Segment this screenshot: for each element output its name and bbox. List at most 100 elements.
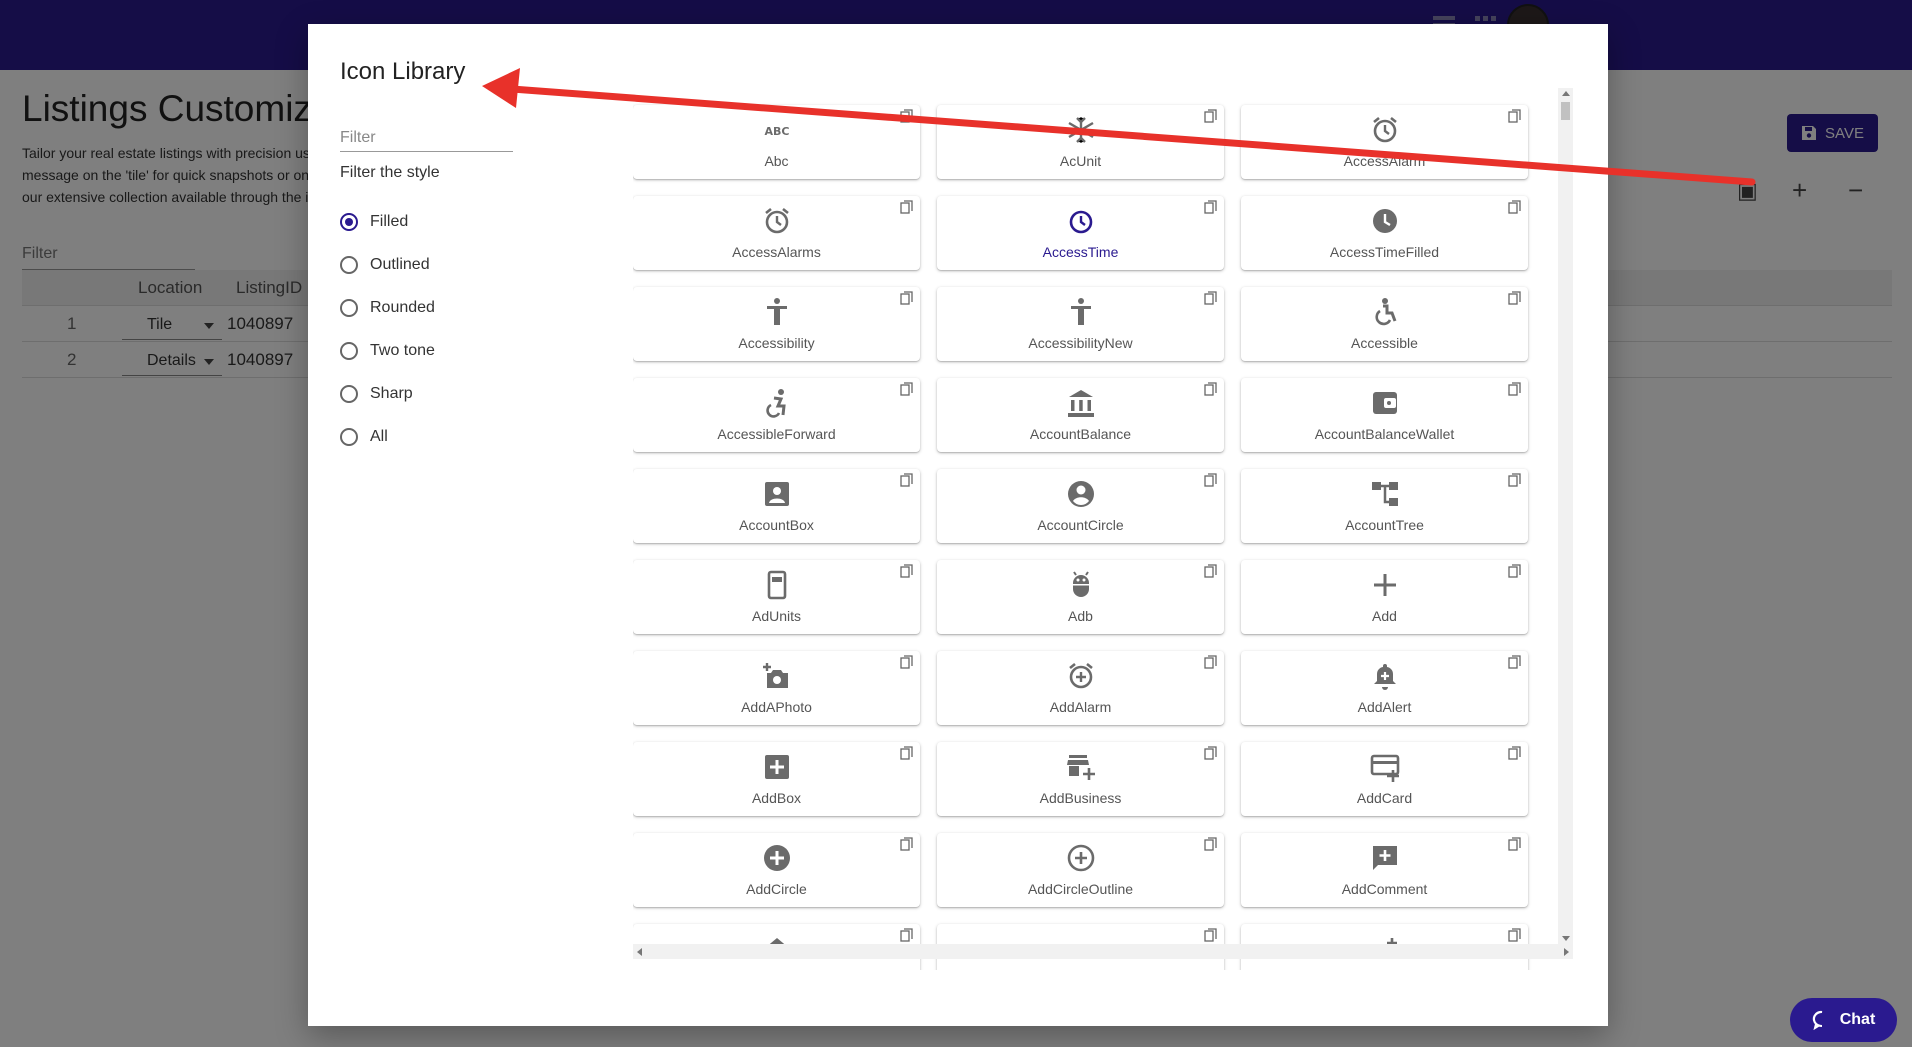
copy-icon[interactable]: [900, 473, 914, 487]
copy-icon[interactable]: [900, 655, 914, 669]
icon-card[interactable]: AddAlarm: [937, 651, 1224, 725]
icon-card[interactable]: AccessibilityNew: [937, 287, 1224, 361]
access-time-filled-icon: [1372, 209, 1397, 233]
copy-icon[interactable]: [900, 200, 914, 214]
copy-icon[interactable]: [1204, 291, 1218, 305]
add-comment-icon: [1372, 846, 1397, 870]
radio-circle[interactable]: [340, 298, 358, 317]
radio-circle[interactable]: [340, 341, 358, 360]
copy-icon[interactable]: [1204, 746, 1218, 760]
scroll-down-icon[interactable]: [1562, 936, 1570, 941]
copy-icon[interactable]: [1204, 473, 1218, 487]
icon-card[interactable]: AddCard: [1241, 742, 1528, 816]
copy-icon[interactable]: [1508, 473, 1522, 487]
icon-card-label: AcUnit: [1059, 153, 1102, 169]
icon-card[interactable]: AddAlert: [1241, 651, 1528, 725]
style-filter-label: Filter the style: [340, 164, 440, 181]
icon-card[interactable]: AccountTree: [1241, 469, 1528, 543]
copy-icon[interactable]: [1508, 837, 1522, 851]
copy-icon[interactable]: [1508, 564, 1522, 578]
icon-card[interactable]: AccessTimeFilled: [1241, 196, 1528, 270]
chat-bubble-icon: [1812, 1010, 1822, 1030]
radio-circle[interactable]: [340, 384, 358, 403]
accessibility-icon: [766, 298, 787, 325]
icon-card[interactable]: AdUnits: [633, 560, 920, 634]
icon-card[interactable]: Accessible: [1241, 287, 1528, 361]
style-radio-filled[interactable]: Filled: [340, 200, 435, 243]
icon-library-dialog: Icon Library Filter the style Filled Outl…: [308, 24, 1608, 1026]
icon-card-label: AccountCircle: [1037, 517, 1124, 533]
copy-icon[interactable]: [1204, 655, 1218, 669]
vertical-scrollbar[interactable]: [1558, 88, 1573, 944]
icon-card[interactable]: Accessibility: [633, 287, 920, 361]
copy-icon[interactable]: [1204, 200, 1218, 214]
copy-icon[interactable]: [900, 928, 914, 942]
icon-card[interactable]: Add: [1241, 560, 1528, 634]
style-radio-all[interactable]: All: [340, 415, 435, 458]
copy-icon[interactable]: [1508, 109, 1522, 123]
icon-card-label: AddBusiness: [1039, 790, 1122, 806]
copy-icon[interactable]: [1204, 837, 1218, 851]
icon-grid[interactable]: ABC Abc AcUnit AccessAlarm AccessAlarms Acces…: [633, 90, 1581, 970]
copy-icon[interactable]: [900, 382, 914, 396]
icon-card[interactable]: ABC Abc: [633, 105, 920, 179]
icon-card[interactable]: AccessibleForward: [633, 378, 920, 452]
copy-icon[interactable]: [1508, 655, 1522, 669]
radio-circle[interactable]: [340, 212, 358, 231]
accessible-forward-icon: [765, 389, 786, 418]
horizontal-scrollbar[interactable]: [633, 944, 1573, 959]
ac-unit-icon: [1067, 117, 1094, 143]
copy-icon[interactable]: [900, 746, 914, 760]
style-radio-sharp[interactable]: Sharp: [340, 372, 435, 415]
access-alarms-icon: [764, 207, 789, 234]
icon-card-label: Add: [1372, 608, 1397, 624]
icon-card[interactable]: AddCircle: [633, 833, 920, 907]
icon-card[interactable]: AccountBox: [633, 469, 920, 543]
copy-icon[interactable]: [1508, 382, 1522, 396]
style-radio-outlined[interactable]: Outlined: [340, 243, 435, 286]
icon-card[interactable]: AccountBalance: [937, 378, 1224, 452]
add-circle-icon: [763, 845, 790, 871]
copy-icon[interactable]: [1508, 928, 1522, 942]
style-radio-rounded[interactable]: Rounded: [340, 286, 435, 329]
scroll-up-icon[interactable]: [1562, 91, 1570, 96]
copy-icon[interactable]: [900, 564, 914, 578]
copy-icon[interactable]: [1204, 928, 1218, 942]
icon-filter-input[interactable]: [340, 124, 513, 152]
copy-icon[interactable]: [1508, 746, 1522, 760]
copy-icon[interactable]: [900, 109, 914, 123]
copy-icon[interactable]: [900, 291, 914, 305]
icon-card[interactable]: AddBox: [633, 742, 920, 816]
copy-icon[interactable]: [1204, 564, 1218, 578]
icon-card[interactable]: AccessAlarms: [633, 196, 920, 270]
icon-card[interactable]: AddComment: [1241, 833, 1528, 907]
icon-card[interactable]: AccessAlarm: [1241, 105, 1528, 179]
scroll-left-icon[interactable]: [637, 948, 642, 956]
account-box-icon: [764, 482, 789, 506]
icon-card[interactable]: AccessTime: [937, 196, 1224, 270]
copy-icon[interactable]: [1204, 382, 1218, 396]
style-radio-two-tone[interactable]: Two tone: [340, 329, 435, 372]
scroll-right-icon[interactable]: [1564, 948, 1569, 956]
add-alarm-icon: [1068, 662, 1093, 689]
icon-card[interactable]: AccountBalanceWallet: [1241, 378, 1528, 452]
icon-card-label: AccountBox: [739, 517, 814, 533]
icon-card-label: AccessibilityNew: [1028, 335, 1133, 351]
account-tree-icon: [1371, 482, 1398, 506]
chat-button[interactable]: Chat: [1790, 998, 1897, 1042]
copy-icon[interactable]: [1508, 291, 1522, 305]
copy-icon[interactable]: [900, 837, 914, 851]
icon-card[interactable]: AddCircleOutline: [937, 833, 1224, 907]
icon-card[interactable]: AddAPhoto: [633, 651, 920, 725]
radio-circle[interactable]: [340, 255, 358, 274]
icon-card-label: AccountBalance: [1029, 426, 1132, 442]
icon-card[interactable]: Adb: [937, 560, 1224, 634]
icon-card[interactable]: AcUnit: [937, 105, 1224, 179]
account-balance-icon: [1067, 390, 1094, 417]
icon-card[interactable]: AddBusiness: [937, 742, 1224, 816]
copy-icon[interactable]: [1508, 200, 1522, 214]
radio-circle[interactable]: [340, 427, 358, 446]
icon-card[interactable]: AccountCircle: [937, 469, 1224, 543]
scroll-thumb[interactable]: [1561, 102, 1570, 120]
copy-icon[interactable]: [1204, 109, 1218, 123]
